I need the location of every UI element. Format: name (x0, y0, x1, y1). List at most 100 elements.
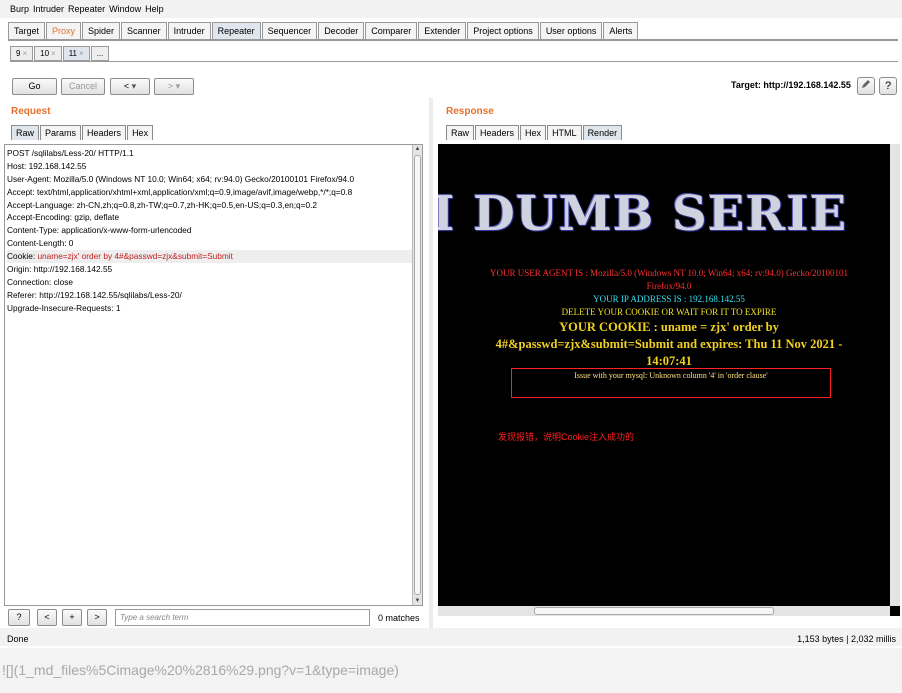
request-line[interactable]: Connection: close (7, 276, 412, 289)
menu-intruder[interactable]: Intruder (33, 4, 64, 14)
menu-burp[interactable]: Burp (10, 4, 29, 14)
go-button[interactable]: Go (12, 78, 57, 95)
chevron-down-icon[interactable]: ▾ (176, 81, 181, 91)
forward-arrow-icon: > (167, 81, 174, 91)
scroll-up-icon[interactable]: ▲ (413, 146, 422, 152)
subtab-10[interactable]: 10 × (34, 46, 62, 61)
main-tabs: Target Proxy Spider Scanner Intruder Rep… (8, 22, 639, 39)
request-line-text: Content-Length: 0 (7, 238, 74, 249)
tab-proxy[interactable]: Proxy (46, 22, 82, 39)
tab-headers[interactable]: Headers (475, 125, 520, 140)
search-add-button[interactable]: + (62, 609, 82, 626)
search-help-button[interactable]: ? (8, 609, 30, 626)
request-line[interactable]: Accept-Encoding: gzip, deflate (7, 211, 412, 224)
tab-hex[interactable]: Hex (127, 125, 154, 140)
tab-target[interactable]: Target (8, 22, 46, 39)
menu-window[interactable]: Window (109, 4, 141, 14)
request-lines: POST /sqlilabs/Less-20/ HTTP/1.1 Host: 19… (7, 147, 412, 315)
status-text: Done (7, 634, 29, 644)
request-tabs: Raw Params Headers Hex (11, 125, 154, 140)
request-line[interactable]: User-Agent: Mozilla/5.0 (Windows NT 10.0… (7, 173, 412, 186)
status-bar (0, 628, 902, 646)
annotation-note: 发现报错，说明Cookie注入成功的 (498, 432, 635, 442)
menu-help[interactable]: Help (145, 4, 164, 14)
forward-button[interactable]: > ▾ (154, 78, 194, 95)
request-line-text: Host: 192.168.142.55 (7, 160, 87, 171)
search-prev-button[interactable]: < (37, 609, 57, 626)
cancel-button[interactable]: Cancel (61, 78, 105, 95)
search-next-button[interactable]: > (87, 609, 107, 626)
subtab-9[interactable]: 9 × (10, 46, 34, 61)
tab-alerts[interactable]: Alerts (603, 22, 639, 39)
ip-address-line: YOUR IP ADDRESS IS : 192.168.142.55 (593, 294, 745, 304)
subtab-11[interactable]: 11 × (62, 46, 90, 61)
response-hscroll[interactable] (438, 606, 890, 616)
request-line[interactable]: Referer: http://192.168.142.55/sqlilabs/… (7, 289, 412, 302)
tab-scanner[interactable]: Scanner (121, 22, 167, 39)
tab-sequencer[interactable]: Sequencer (261, 22, 318, 39)
tab-divider (8, 39, 898, 41)
tab-headers[interactable]: Headers (82, 125, 127, 140)
back-button[interactable]: < ▾ (110, 78, 150, 95)
request-scrollbar[interactable]: ▲ ▼ (412, 145, 422, 605)
response-stats: 1,153 bytes | 2,032 millis (797, 634, 896, 644)
tab-project-options[interactable]: Project options (467, 22, 539, 39)
tab-intruder[interactable]: Intruder (167, 22, 211, 39)
request-line[interactable]: Content-Type: application/x-www-form-url… (7, 224, 412, 237)
tab-render[interactable]: Render (582, 125, 623, 140)
scroll-thumb[interactable] (414, 155, 421, 595)
close-icon[interactable]: × (22, 49, 27, 58)
cookie-value: uname=zjx' order by 4#&passwd=zjx&submit… (37, 251, 233, 262)
pane-splitter[interactable] (429, 98, 433, 628)
tab-comparer[interactable]: Comparer (365, 22, 418, 39)
search-input[interactable]: Type a search term (115, 609, 370, 626)
tab-user-options[interactable]: User options (539, 22, 603, 39)
tab-hex[interactable]: Hex (520, 125, 547, 140)
edit-target-button[interactable] (857, 77, 875, 95)
repeater-subtabs: 9 × 10 × 11 × ... (10, 46, 110, 61)
tab-params[interactable]: Params (40, 125, 82, 140)
subtab-new[interactable]: ... (90, 46, 110, 61)
scroll-thumb[interactable] (534, 607, 774, 615)
request-line-text: Upgrade-Insecure-Requests: 1 (7, 302, 121, 313)
close-icon[interactable]: × (51, 49, 56, 58)
response-title: Response (446, 106, 494, 117)
user-agent-line: YOUR USER AGENT IS : Mozilla/5.0 (Window… (489, 268, 848, 278)
request-line[interactable]: POST /sqlilabs/Less-20/ HTTP/1.1 (7, 147, 412, 160)
close-icon[interactable]: × (79, 49, 84, 58)
tab-extender[interactable]: Extender (418, 22, 467, 39)
request-line[interactable]: Host: 192.168.142.55 (7, 160, 412, 173)
tab-html[interactable]: HTML (547, 125, 582, 140)
request-line-text: Origin: http://192.168.142.55 (7, 264, 113, 275)
match-count: 0 matches (378, 613, 420, 623)
request-line[interactable]: Accept: text/html,application/xhtml+xml,… (7, 186, 412, 199)
request-line[interactable]: Upgrade-Insecure-Requests: 1 (7, 302, 412, 315)
tab-decoder[interactable]: Decoder (318, 22, 365, 39)
help-button[interactable]: ? (879, 77, 897, 95)
response-tabs: Raw Headers Hex HTML Render (446, 125, 623, 140)
request-editor[interactable]: POST /sqlilabs/Less-20/ HTTP/1.1 Host: 19… (4, 144, 423, 606)
menu-bar: Burp Intruder Repeater Window Help (0, 0, 902, 18)
request-line-text: Accept-Language: zh-CN,zh;q=0.8,zh-TW;q=… (7, 199, 318, 210)
mysql-error: Issue with your mysql: Unknown column '4… (574, 371, 768, 380)
request-line-text: Cookie: (7, 251, 38, 262)
request-title: Request (11, 106, 51, 117)
request-line[interactable]: Accept-Language: zh-CN,zh;q=0.8,zh-TW;q=… (7, 199, 412, 212)
delete-cookie-line: DELETE YOUR COOKIE OR WAIT FOR IT TO EXP… (561, 307, 777, 317)
tab-raw[interactable]: Raw (446, 125, 475, 140)
request-line[interactable]: Content-Length: 0 (7, 237, 412, 250)
menu-repeater[interactable]: Repeater (68, 4, 105, 14)
user-agent-line-2: Firefox/94.0 (646, 281, 692, 291)
request-line[interactable]: Cookie: uname=zjx' order by 4#&passwd=zj… (7, 250, 412, 264)
cookie-line-1: YOUR COOKIE : uname = zjx' order by (559, 320, 779, 334)
scroll-down-icon[interactable]: ▼ (413, 598, 422, 604)
image-caption: ![](1_md_files%5Cimage%20%2816%29.png?v=… (0, 648, 902, 693)
target-label: Target: http://192.168.142.55 (731, 80, 851, 90)
tab-raw[interactable]: Raw (11, 125, 40, 140)
chevron-down-icon[interactable]: ▾ (132, 81, 137, 91)
tab-repeater[interactable]: Repeater (211, 22, 261, 39)
response-vscroll[interactable] (890, 144, 900, 606)
page-banner: I DUMB SERIE (438, 186, 848, 242)
request-line[interactable]: Origin: http://192.168.142.55 (7, 263, 412, 276)
tab-spider[interactable]: Spider (82, 22, 121, 39)
